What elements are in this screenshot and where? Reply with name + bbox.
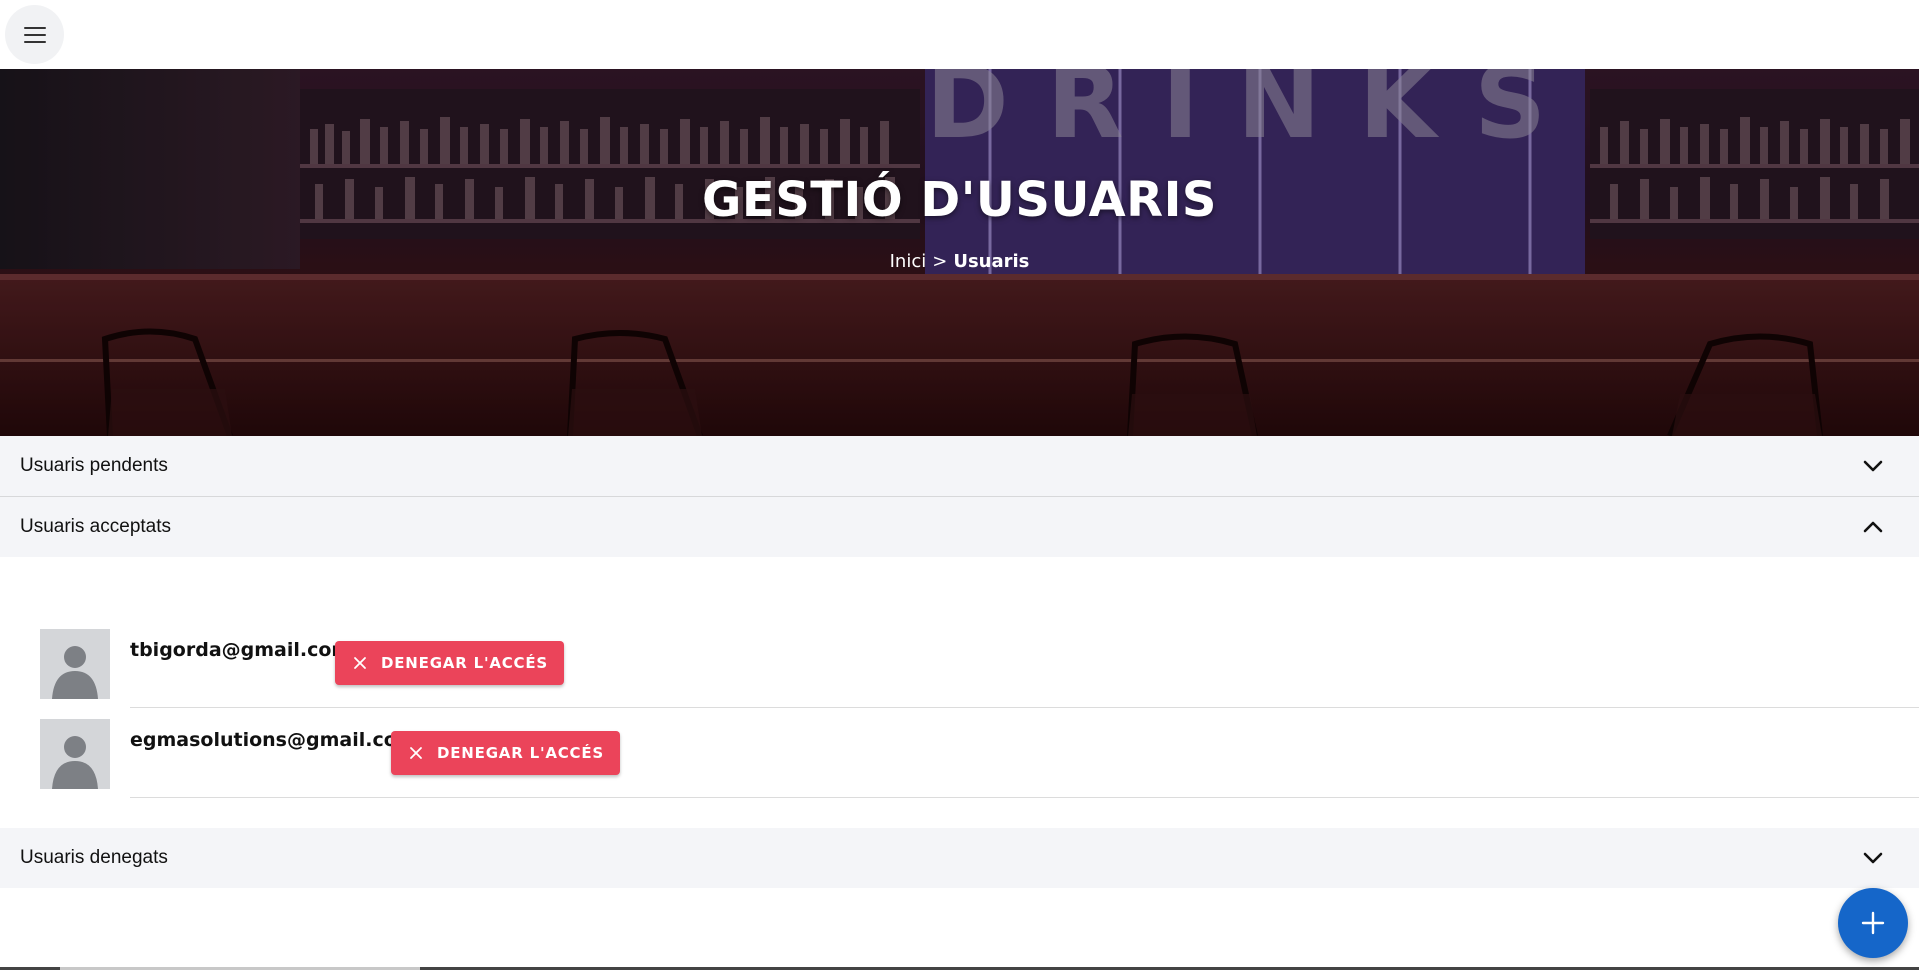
accordion-pending-users[interactable]: Usuaris pendents (0, 436, 1919, 496)
breadcrumb-home-link[interactable]: Inici (890, 251, 927, 272)
deny-access-button[interactable]: DENEGAR L'ACCÉS (391, 731, 621, 775)
hero-banner: DRINKS GESTIÓ D'USUARIS Inici > Usuaris (0, 69, 1919, 436)
chevron-down-icon (1863, 852, 1883, 864)
deny-access-label: DENEGAR L'ACCÉS (437, 744, 605, 762)
person-avatar-icon (40, 629, 110, 699)
top-bar (0, 0, 1919, 69)
chevron-down-icon (1863, 460, 1883, 472)
accordion-pending-label: Usuaris pendents (20, 455, 168, 476)
breadcrumb: Inici > Usuaris (0, 251, 1919, 272)
list-item: egmasolutions@gmail.com DENEGAR L'ACCÉS (40, 719, 1919, 807)
deny-access-label: DENEGAR L'ACCÉS (381, 654, 549, 672)
accordion-accepted-users[interactable]: Usuaris acceptats (0, 497, 1919, 557)
list-item: tbigorda@gmail.com DENEGAR L'ACCÉS (40, 629, 1919, 717)
close-icon (354, 657, 366, 669)
accordion-denied-users[interactable]: Usuaris denegats (0, 828, 1919, 888)
person-avatar-icon (40, 719, 110, 789)
deny-access-button[interactable]: DENEGAR L'ACCÉS (335, 641, 565, 685)
list-item-divider (130, 797, 1919, 798)
close-icon (410, 747, 422, 759)
plus-icon (1861, 911, 1885, 935)
user-email: tbigorda@gmail.com (130, 639, 352, 661)
menu-button[interactable] (5, 5, 64, 64)
hamburger-menu-icon (23, 26, 46, 43)
accordion-accepted-label: Usuaris acceptats (20, 516, 172, 537)
accordion-denied-label: Usuaris denegats (20, 847, 168, 868)
list-item-divider (130, 707, 1919, 708)
user-email: egmasolutions@gmail.com (130, 729, 417, 751)
breadcrumb-current: Usuaris (953, 251, 1030, 272)
breadcrumb-separator: > (932, 251, 948, 272)
chevron-up-icon (1863, 521, 1883, 533)
add-user-fab[interactable] (1838, 888, 1908, 958)
page-title: GESTIÓ D'USUARIS (702, 172, 1217, 228)
